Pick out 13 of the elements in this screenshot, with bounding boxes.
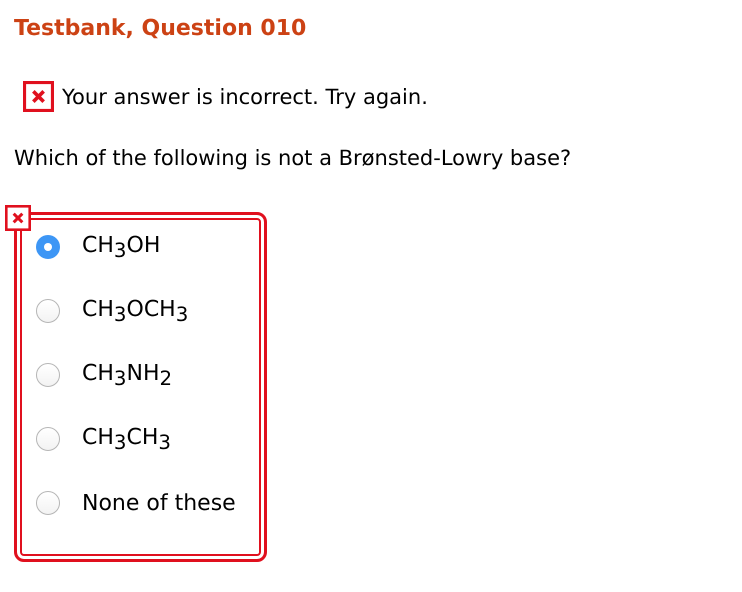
- option-label[interactable]: CH$_{3}$CH$_{3}$: [82, 424, 171, 454]
- question-text: Which of the following is not a Brønsted-Lowry base?: [14, 146, 572, 170]
- radio-button[interactable]: [36, 299, 60, 323]
- question-title: Testbank, Question 010: [14, 15, 308, 43]
- feedback-message: Your answer is incorrect. Try again.: [62, 84, 428, 108]
- radio-button[interactable]: [36, 491, 60, 515]
- option-label[interactable]: CH$_{3}$NH$_{2}$: [82, 360, 172, 390]
- option-label[interactable]: CH$_{3}$OCH$_{3}$: [82, 296, 188, 326]
- radio-button[interactable]: [36, 427, 60, 451]
- radio-button[interactable]: [36, 235, 60, 259]
- option-label[interactable]: CH$_{3}$OH: [82, 232, 160, 262]
- radio-button[interactable]: [36, 363, 60, 387]
- option-label[interactable]: None of these: [82, 490, 236, 516]
